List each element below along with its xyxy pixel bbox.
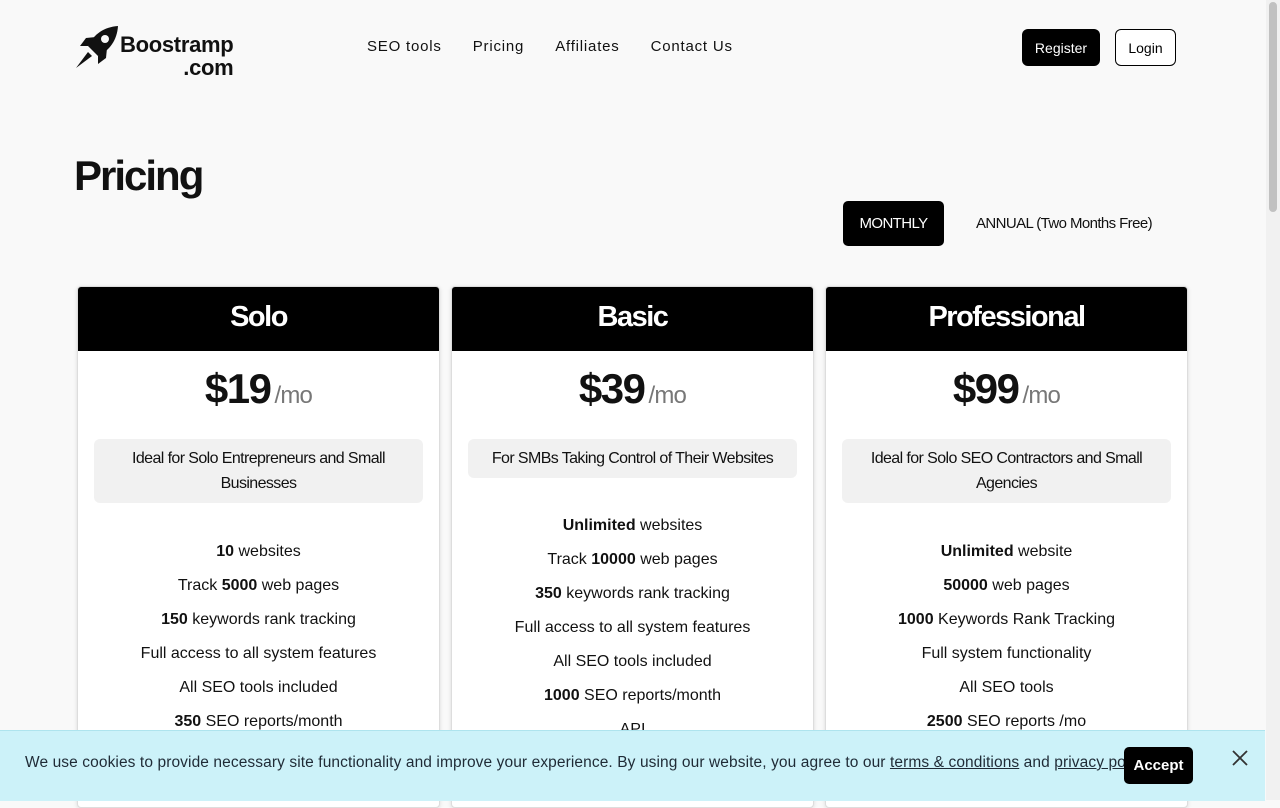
feature-item: 1000 Keywords Rank Tracking (898, 611, 1115, 628)
register-button[interactable]: Register (1022, 29, 1100, 66)
feature-item: 350 keywords rank tracking (535, 585, 730, 602)
feature-item: 150 keywords rank tracking (161, 611, 356, 628)
feature-item: Full access to all system features (140, 645, 377, 662)
price-amount: $99 (952, 365, 1020, 412)
feature-item: All SEO tools included (179, 679, 338, 696)
price-period: /mo (274, 382, 313, 409)
login-button[interactable]: Login (1115, 29, 1176, 66)
main-nav: SEO tools Pricing Affiliates Contact Us (367, 38, 764, 55)
rocket-icon (76, 26, 118, 68)
feature-item: Track 10000 web pages (547, 551, 718, 568)
nav-affiliates[interactable]: Affiliates (555, 38, 619, 55)
plan-description: For SMBs Taking Control of Their Website… (468, 439, 797, 478)
nav-seo-tools[interactable]: SEO tools (367, 38, 442, 55)
logo-wordmark: Boostramp .com (120, 32, 234, 80)
feature-item: All SEO tools included (553, 653, 712, 670)
site-header: Boostramp .com SEO tools Pricing Affilia… (0, 0, 1266, 96)
price-period: /mo (1022, 382, 1061, 409)
feature-item: 10 websites (216, 543, 301, 560)
plan-features: Unlimited websites Track 10000 web pages… (452, 509, 813, 747)
billing-monthly-toggle[interactable]: MONTHLY (843, 201, 944, 246)
feature-item: 50000 web pages (943, 577, 1070, 594)
scrollbar-thumb[interactable] (1269, 2, 1277, 212)
plan-name: Solo (78, 287, 439, 351)
feature-item: Unlimited websites (562, 517, 703, 534)
plan-description: Ideal for Solo Entrepreneurs and Small B… (94, 439, 423, 503)
plan-price: $19/mo (78, 365, 439, 421)
nav-pricing[interactable]: Pricing (473, 38, 524, 55)
price-period: /mo (648, 382, 687, 409)
plan-name: Professional (826, 287, 1187, 351)
cookie-message: We use cookies to provide necessary site… (25, 754, 1152, 771)
plan-price: $39/mo (452, 365, 813, 421)
price-amount: $19 (204, 365, 272, 412)
plan-features: 10 websites Track 5000 web pages 150 key… (78, 535, 439, 739)
terms-link[interactable]: terms & conditions (890, 754, 1019, 771)
nav-contact-us[interactable]: Contact Us (651, 38, 733, 55)
feature-item: Unlimited website (940, 543, 1073, 560)
plan-description: Ideal for Solo SEO Contractors and Small… (842, 439, 1171, 503)
billing-annual-toggle[interactable]: ANNUAL (Two Months Free) (960, 201, 1168, 246)
plan-price: $99/mo (826, 365, 1187, 421)
price-amount: $39 (578, 365, 646, 412)
close-icon[interactable] (1231, 749, 1249, 767)
site-logo[interactable]: Boostramp .com (74, 24, 244, 82)
feature-item: 1000 SEO reports/month (544, 687, 721, 704)
cookie-banner: We use cookies to provide necessary site… (0, 730, 1265, 801)
feature-item: Full system functionality (921, 645, 1092, 662)
page-title: Pricing (74, 152, 204, 199)
feature-item: All SEO tools (959, 679, 1054, 696)
plan-name: Basic (452, 287, 813, 351)
accept-cookies-button[interactable]: Accept (1124, 747, 1193, 784)
page-scrollbar[interactable] (1266, 0, 1280, 800)
plan-features: Unlimited website 50000 web pages 1000 K… (826, 535, 1187, 739)
feature-item: Track 5000 web pages (177, 577, 340, 594)
feature-item: Full access to all system features (514, 619, 751, 636)
